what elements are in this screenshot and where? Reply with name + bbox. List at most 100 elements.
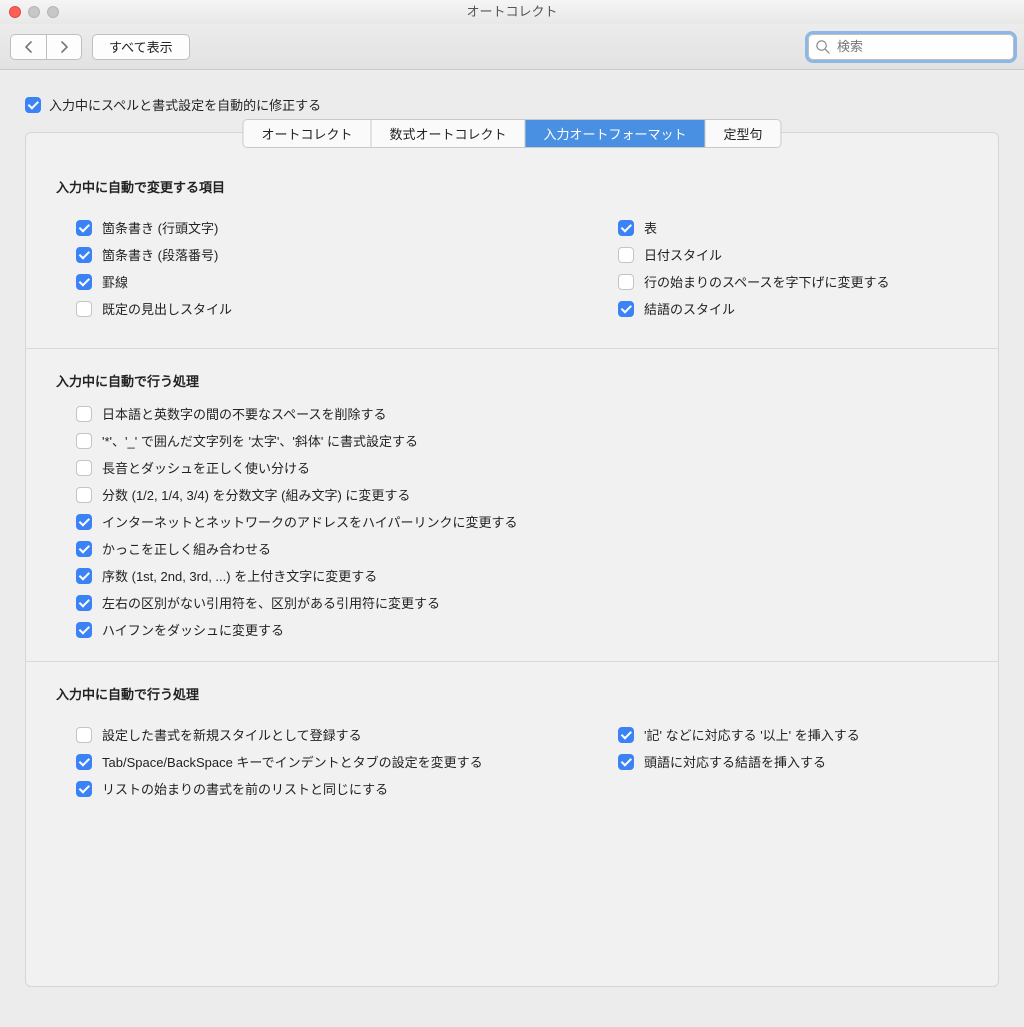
option-label: 序数 (1st, 2nd, 3rd, ...) を上付き文字に変更する bbox=[102, 566, 377, 585]
option-checkbox[interactable] bbox=[76, 727, 92, 743]
option-label: インターネットとネットワークのアドレスをハイパーリンクに変更する bbox=[102, 512, 517, 531]
option-label: 設定した書式を新規スタイルとして登録する bbox=[102, 725, 362, 744]
option-row: Tab/Space/BackSpace キーでインデントとタブの設定を変更する bbox=[56, 752, 598, 771]
divider bbox=[26, 661, 998, 662]
divider bbox=[26, 348, 998, 349]
option-label: ハイフンをダッシュに変更する bbox=[102, 620, 284, 639]
option-label: 行の始まりのスペースを字下げに変更する bbox=[644, 272, 889, 291]
option-label: 左右の区別がない引用符を、区別がある引用符に変更する bbox=[102, 593, 440, 612]
zoom-icon[interactable] bbox=[47, 6, 59, 18]
option-label: かっこを正しく組み合わせる bbox=[102, 539, 271, 558]
option-checkbox[interactable] bbox=[618, 274, 634, 290]
option-row: 長音とダッシュを正しく使い分ける bbox=[56, 458, 968, 477]
close-icon[interactable] bbox=[9, 6, 21, 18]
option-checkbox[interactable] bbox=[76, 622, 92, 638]
section-title: 入力中に自動で行う処理 bbox=[56, 371, 968, 390]
option-checkbox[interactable] bbox=[76, 754, 92, 770]
option-label: 箇条書き (段落番号) bbox=[102, 245, 218, 264]
tab-定型句[interactable]: 定型句 bbox=[706, 120, 781, 147]
search-input[interactable] bbox=[808, 34, 1014, 60]
option-checkbox[interactable] bbox=[76, 301, 92, 317]
section-replace-as-you-type: 入力中に自動で行う処理 日本語と英数字の間の不要なスペースを削除する '*'、'_… bbox=[56, 371, 968, 639]
option-checkbox[interactable] bbox=[76, 247, 92, 263]
option-row: 日付スタイル bbox=[598, 245, 968, 264]
back-button[interactable] bbox=[10, 34, 46, 60]
section-auto-as-you-type: 入力中に自動で行う処理 設定した書式を新規スタイルとして登録する Tab/Spac… bbox=[56, 684, 968, 806]
option-row: 頭語に対応する結語を挿入する bbox=[598, 752, 968, 771]
tab-bar: オートコレクト数式オートコレクト入力オートフォーマット定型句 bbox=[242, 119, 781, 148]
option-checkbox[interactable] bbox=[76, 274, 92, 290]
option-row: リストの始まりの書式を前のリストと同じにする bbox=[56, 779, 598, 798]
option-checkbox[interactable] bbox=[76, 220, 92, 236]
section-title: 入力中に自動で変更する項目 bbox=[56, 177, 968, 196]
show-all-button[interactable]: すべて表示 bbox=[92, 34, 190, 60]
option-checkbox[interactable] bbox=[618, 220, 634, 236]
master-autocorrect-checkbox[interactable] bbox=[25, 97, 41, 113]
tab-入力オートフォーマット[interactable]: 入力オートフォーマット bbox=[526, 120, 706, 147]
option-checkbox[interactable] bbox=[76, 781, 92, 797]
option-checkbox[interactable] bbox=[618, 301, 634, 317]
option-checkbox[interactable] bbox=[618, 754, 634, 770]
option-label: リストの始まりの書式を前のリストと同じにする bbox=[102, 779, 388, 798]
chevron-right-icon bbox=[60, 41, 69, 53]
option-label: Tab/Space/BackSpace キーでインデントとタブの設定を変更する bbox=[102, 752, 483, 771]
section-title: 入力中に自動で行う処理 bbox=[56, 684, 968, 703]
tab-数式オートコレクト[interactable]: 数式オートコレクト bbox=[371, 120, 525, 147]
option-label: 箇条書き (行頭文字) bbox=[102, 218, 218, 237]
search-icon bbox=[815, 39, 830, 54]
option-checkbox[interactable] bbox=[76, 460, 92, 476]
option-row: 箇条書き (行頭文字) bbox=[56, 218, 598, 237]
window-title: オートコレクト bbox=[466, 4, 557, 19]
option-checkbox[interactable] bbox=[76, 595, 92, 611]
option-label: 日付スタイル bbox=[644, 245, 722, 264]
option-label: 頭語に対応する結語を挿入する bbox=[644, 752, 826, 771]
option-row: 分数 (1/2, 1/4, 3/4) を分数文字 (組み文字) に変更する bbox=[56, 485, 968, 504]
option-row: ハイフンをダッシュに変更する bbox=[56, 620, 968, 639]
window-controls bbox=[9, 6, 59, 18]
master-autocorrect-row: 入力中にスペルと書式設定を自動的に修正する bbox=[25, 95, 999, 114]
option-checkbox[interactable] bbox=[618, 727, 634, 743]
tab-オートコレクト[interactable]: オートコレクト bbox=[243, 120, 371, 147]
option-label: 分数 (1/2, 1/4, 3/4) を分数文字 (組み文字) に変更する bbox=[102, 485, 410, 504]
option-row: 罫線 bbox=[56, 272, 598, 291]
option-label: 日本語と英数字の間の不要なスペースを削除する bbox=[102, 404, 386, 423]
section-apply-as-you-type: 入力中に自動で変更する項目 箇条書き (行頭文字) 箇条書き (段落番号) 罫線既定… bbox=[56, 177, 968, 326]
option-checkbox[interactable] bbox=[76, 568, 92, 584]
toolbar: すべて表示 bbox=[0, 24, 1024, 70]
option-row: 左右の区別がない引用符を、区別がある引用符に変更する bbox=[56, 593, 968, 612]
chevron-left-icon bbox=[24, 41, 33, 53]
option-row: '記' などに対応する '以上' を挿入する bbox=[598, 725, 968, 744]
minimize-icon[interactable] bbox=[28, 6, 40, 18]
option-checkbox[interactable] bbox=[76, 487, 92, 503]
option-row: インターネットとネットワークのアドレスをハイパーリンクに変更する bbox=[56, 512, 968, 531]
option-row: 既定の見出しスタイル bbox=[56, 299, 598, 318]
nav-back-forward bbox=[10, 34, 82, 60]
search-field[interactable] bbox=[808, 34, 1014, 60]
option-label: 罫線 bbox=[102, 272, 128, 291]
option-row: 表 bbox=[598, 218, 968, 237]
option-row: かっこを正しく組み合わせる bbox=[56, 539, 968, 558]
option-checkbox[interactable] bbox=[76, 433, 92, 449]
option-checkbox[interactable] bbox=[76, 541, 92, 557]
option-label: '記' などに対応する '以上' を挿入する bbox=[644, 725, 860, 744]
option-label: 長音とダッシュを正しく使い分ける bbox=[102, 458, 310, 477]
master-autocorrect-label: 入力中にスペルと書式設定を自動的に修正する bbox=[49, 95, 321, 114]
content: 入力中にスペルと書式設定を自動的に修正する オートコレクト数式オートコレクト入力… bbox=[0, 70, 1024, 1027]
option-label: 既定の見出しスタイル bbox=[102, 299, 232, 318]
option-row: 設定した書式を新規スタイルとして登録する bbox=[56, 725, 598, 744]
option-checkbox[interactable] bbox=[76, 406, 92, 422]
option-label: 表 bbox=[644, 218, 657, 237]
option-row: 行の始まりのスペースを字下げに変更する bbox=[598, 272, 968, 291]
option-row: 箇条書き (段落番号) bbox=[56, 245, 598, 264]
settings-panel: オートコレクト数式オートコレクト入力オートフォーマット定型句 入力中に自動で変更… bbox=[25, 132, 999, 987]
forward-button[interactable] bbox=[46, 34, 82, 60]
option-checkbox[interactable] bbox=[618, 247, 634, 263]
option-label: 結語のスタイル bbox=[644, 299, 735, 318]
option-row: 序数 (1st, 2nd, 3rd, ...) を上付き文字に変更する bbox=[56, 566, 968, 585]
show-all-label: すべて表示 bbox=[109, 37, 173, 56]
option-checkbox[interactable] bbox=[76, 514, 92, 530]
option-row: '*'、'_' で囲んだ文字列を '太字'、'斜体' に書式設定する bbox=[56, 431, 968, 450]
titlebar: オートコレクト bbox=[0, 0, 1024, 24]
option-row: 結語のスタイル bbox=[598, 299, 968, 318]
option-row: 日本語と英数字の間の不要なスペースを削除する bbox=[56, 404, 968, 423]
